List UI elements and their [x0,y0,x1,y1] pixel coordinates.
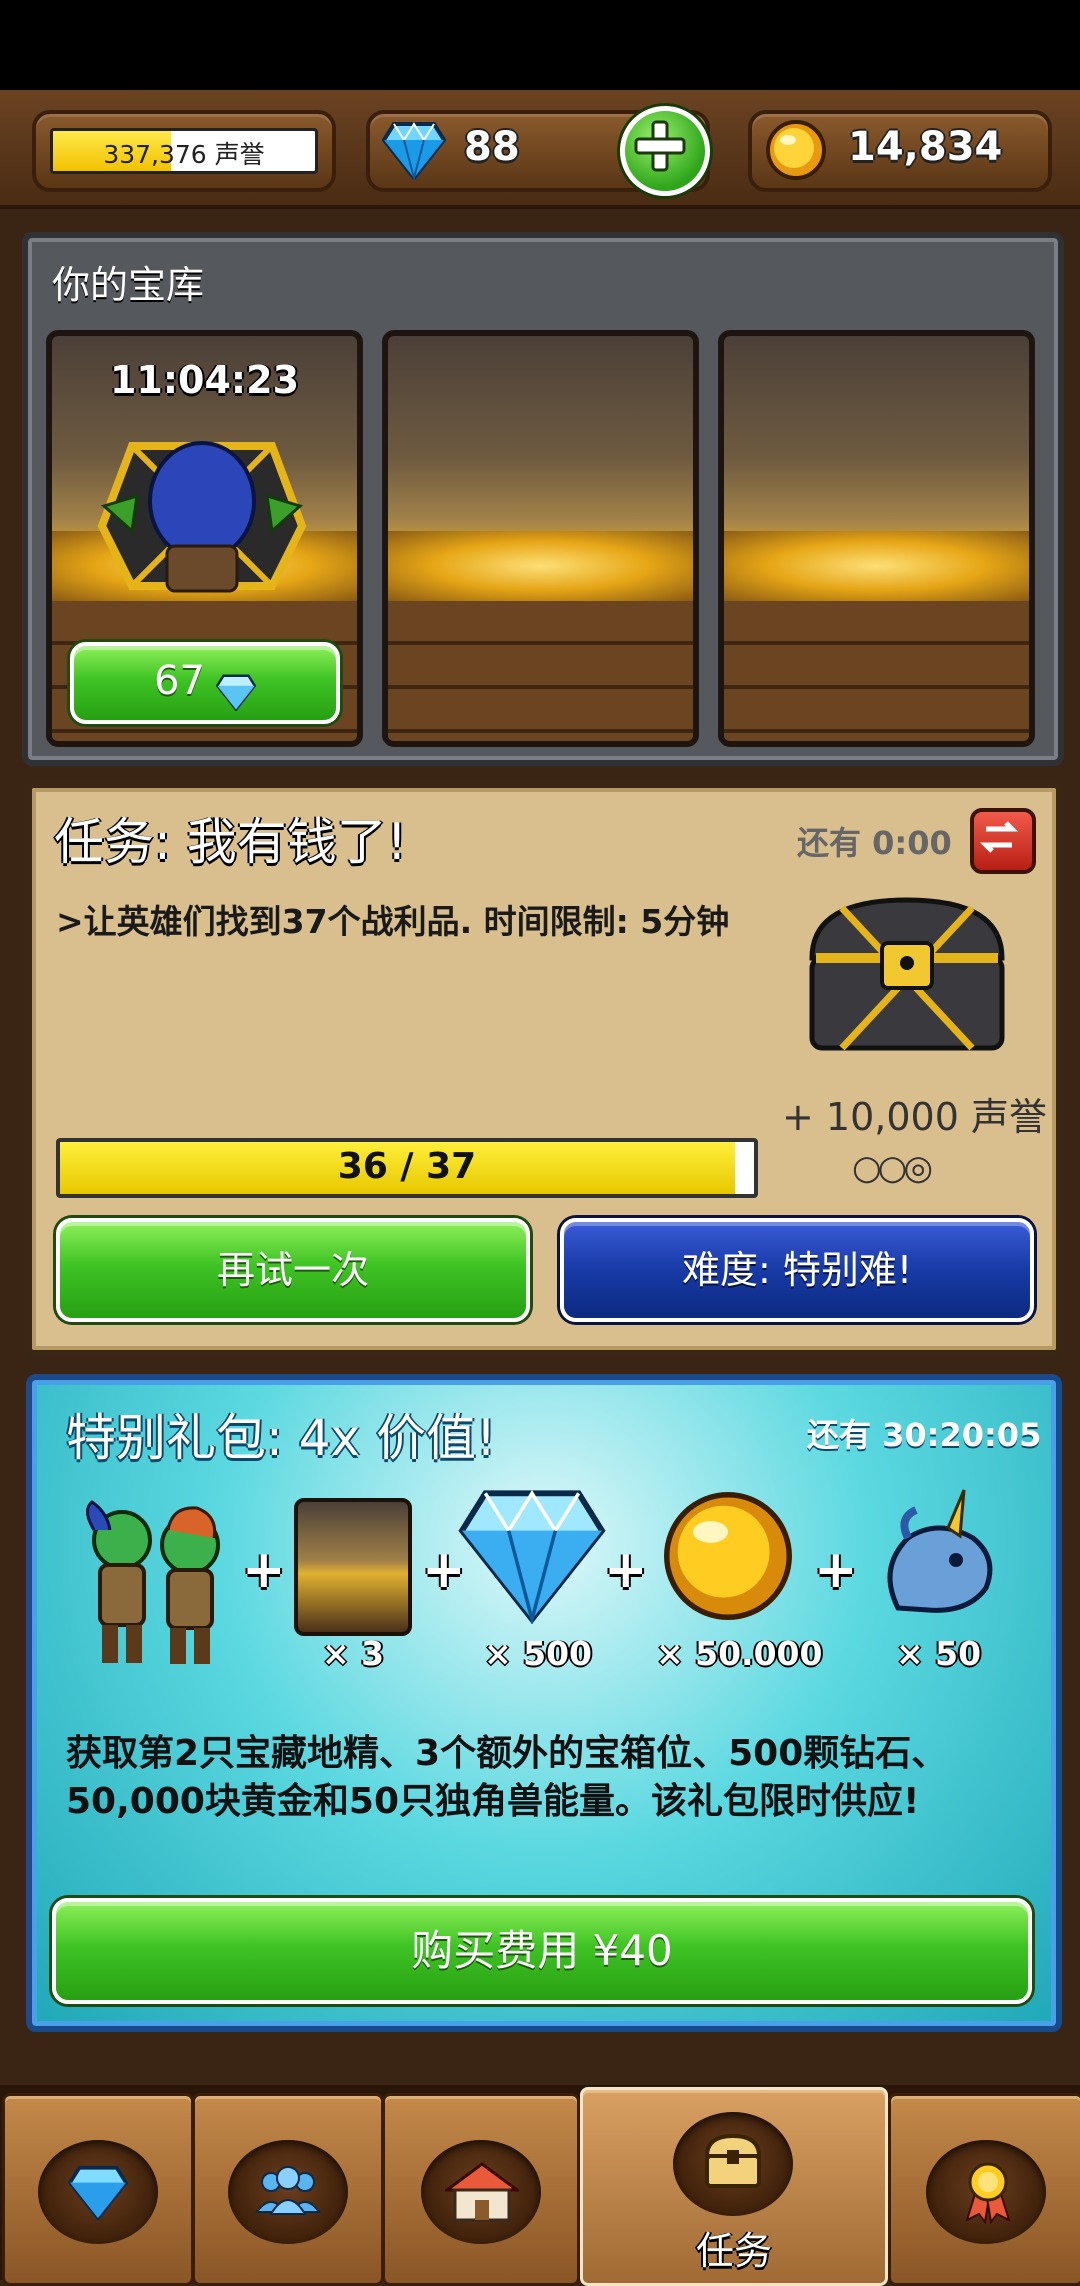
slot-timer: 11:04:23 [109,358,300,402]
tab-missions[interactable]: 任务 [580,2087,888,2286]
castle-icon [445,2162,519,2222]
vault-slot-icon [294,1498,412,1636]
wood-planks [388,601,693,741]
gold-counter[interactable]: 14,834 [748,110,1052,192]
buy-offer-button[interactable]: 购买费用 ¥40 [52,1898,1032,2004]
mission-progress-bar: 36 / 37 [56,1138,758,1198]
open-cost: 67 [154,658,205,704]
diamond-icon [215,674,257,712]
gold-coin-icon [664,1492,792,1620]
heroes-icon [255,2166,321,2215]
mission-progress-text: 36 / 37 [337,1146,477,1187]
tab-heroes[interactable] [192,2093,384,2286]
offer-qty-unicorn: × 50 [896,1634,982,1673]
diamond-icon [458,1490,606,1624]
add-gems-button[interactable] [620,106,710,196]
mission-timer: 还有 0:00 [797,824,952,862]
gold-pile [724,531,1029,601]
vault-slot-2[interactable] [382,330,699,747]
gold-count: 14,834 [848,124,1003,170]
retry-label: 再试一次 [216,1248,369,1292]
difficulty-label: 难度: 特别难! [681,1248,913,1292]
goblin-pair-icon [86,1500,220,1664]
medal-icon [965,2162,1011,2224]
mission-description: >让英雄们找到37个战利品. 时间限制: 5分钟 [56,902,730,941]
gold-coin-icon [766,120,826,180]
fame-counter[interactable]: 337,376 声誉 [32,110,336,192]
difficulty-button[interactable]: 难度: 特别难! [560,1218,1034,1322]
tab-missions-label: 任务 [695,2229,772,2273]
plus-icon: + [242,1540,286,1600]
unicorn-icon [887,1489,993,1613]
mission-reward: + 10,000 声誉 [782,1095,1047,1139]
vault-slot-3[interactable] [718,330,1035,747]
offer-description: 获取第2只宝藏地精、3个额外的宝箱位、500颗钻石、50,000块黄金和50只独… [66,1733,948,1822]
special-offer-panel: 特别礼包: 4x 价值! 还有 30:20:05 + × 3 + × 500 +… [26,1374,1062,2032]
tab-achievements[interactable] [888,2093,1080,2286]
gem-icon [68,2165,128,2220]
retry-button[interactable]: 再试一次 [56,1218,530,1322]
treasure-chest-icon [704,2133,762,2188]
gold-pile [388,531,693,601]
difficulty-marks: ○○◎ [852,1148,933,1188]
swap-mission-button[interactable] [970,808,1036,874]
fame-progress-bar: 337,376 声誉 [50,128,318,174]
swap-icon [979,821,1019,853]
plus-icon: + [814,1540,858,1600]
open-now-button[interactable]: 67 [70,642,340,724]
plus-icon: + [604,1540,648,1600]
vault-slot-1[interactable]: 11:04:23 67 [46,330,363,747]
tab-shop[interactable] [2,2093,194,2286]
offer-timer: 还有 30:20:05 [807,1416,1042,1454]
offer-qty-slots: × 3 [322,1634,385,1673]
buy-label: 购买费用 ¥40 [411,1926,673,1975]
vault-panel: 你的宝库 11:04:23 67 [22,232,1064,766]
treasure-chest-icon [809,897,1005,1051]
resource-bar: 337,376 声誉 88 14,834 [0,90,1080,209]
status-bar [0,0,1080,90]
vault-title: 你的宝库 [52,263,205,307]
goblin-chest-icon [97,441,307,593]
mission-title: 任务: 我有钱了! [54,813,407,871]
diamond-icon [382,122,446,180]
offer-title: 特别礼包: 4x 价值! [66,1409,497,1467]
fame-text: 337,376 声誉 [103,140,265,169]
bottom-nav: 任务 [0,2085,1080,2286]
gem-counter[interactable]: 88 [366,106,710,196]
offer-qty-gold: × 50.000 [656,1634,823,1673]
wood-planks [724,601,1029,741]
mission-panel: 任务: 我有钱了! 还有 0:00 >让英雄们找到37个战利品. 时间限制: 5… [26,782,1062,1356]
tab-castle[interactable] [382,2093,580,2286]
plus-icon [634,120,686,172]
gem-count: 88 [464,124,520,170]
offer-qty-diamonds: × 500 [484,1634,593,1673]
